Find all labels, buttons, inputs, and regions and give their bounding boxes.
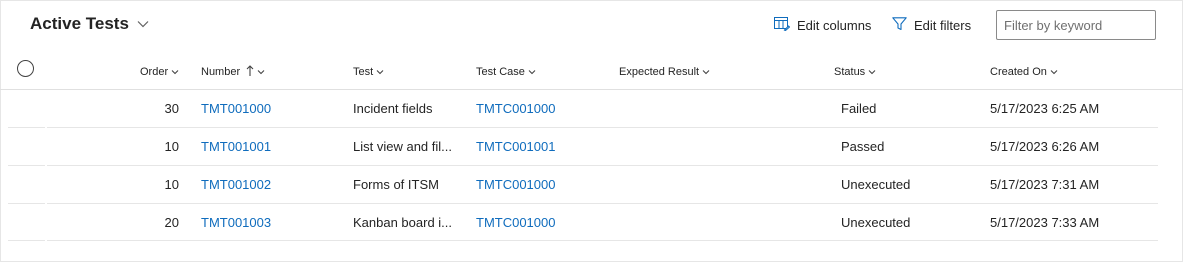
sort-ascending-arrow-icon	[246, 64, 254, 80]
row-divider	[8, 240, 1158, 241]
test-case-link[interactable]: TMTC001001	[476, 128, 596, 166]
chevron-down-icon	[171, 66, 179, 78]
created-on-cell: 5/17/2023 7:31 AM	[990, 177, 1100, 192]
expected-result-cell	[619, 166, 799, 204]
number-link[interactable]: TMT001002	[201, 166, 321, 204]
created-on-cell: 5/17/2023 6:26 AM	[990, 139, 1100, 154]
number-link[interactable]: TMT001000	[201, 90, 321, 128]
column-header-created-on[interactable]: Created On	[990, 64, 1058, 80]
chevron-down-icon	[868, 66, 876, 78]
test-case-link[interactable]: TMTC001000	[476, 166, 596, 204]
table-row[interactable]: 20 TMT001003 Kanban board i... TMTC00100…	[0, 204, 1183, 242]
column-header-order-label: Order	[140, 66, 169, 78]
chevron-down-icon	[528, 66, 536, 78]
test-cell: Forms of ITSM	[353, 177, 439, 192]
column-header-expected-result-label: Expected Result	[619, 66, 700, 78]
chevron-down-icon	[257, 66, 265, 78]
test-case-link[interactable]: TMTC001000	[476, 204, 596, 242]
chevron-down-icon	[1050, 66, 1058, 78]
created-on-cell: 5/17/2023 7:33 AM	[990, 215, 1100, 230]
table-row[interactable]: 10 TMT001001 List view and fil... TMTC00…	[0, 128, 1183, 166]
order-cell: 30	[164, 101, 179, 116]
order-cell: 10	[164, 177, 179, 192]
filter-icon	[892, 17, 907, 34]
filter-keyword-input[interactable]	[996, 10, 1156, 40]
expected-result-cell	[619, 204, 799, 242]
status-cell: Unexecuted	[841, 215, 911, 230]
edit-columns-icon	[774, 17, 791, 34]
table-row[interactable]: 10 TMT001002 Forms of ITSM TMTC001000 Un…	[0, 166, 1183, 204]
select-all-circle-icon[interactable]	[17, 60, 34, 77]
test-case-link[interactable]: TMTC001000	[476, 90, 596, 128]
column-header-test-case[interactable]: Test Case	[476, 64, 536, 80]
status-cell: Unexecuted	[841, 177, 911, 192]
order-cell: 10	[164, 139, 179, 154]
column-header-test[interactable]: Test	[353, 64, 384, 80]
expected-result-cell	[619, 128, 799, 166]
number-link[interactable]: TMT001001	[201, 128, 321, 166]
column-header-test-case-label: Test Case	[476, 66, 525, 78]
edit-filters-button[interactable]: Edit filters	[892, 17, 971, 34]
test-cell: List view and fil...	[353, 139, 452, 154]
edit-filters-label: Edit filters	[914, 18, 972, 33]
edit-columns-label: Edit columns	[797, 18, 872, 33]
column-header-expected-result[interactable]: Expected Result	[619, 64, 710, 80]
column-header-order[interactable]: Order	[140, 64, 179, 80]
column-header-status[interactable]: Status	[834, 64, 876, 80]
chevron-down-icon	[702, 66, 710, 78]
test-cell: Kanban board i...	[353, 215, 453, 230]
status-cell: Passed	[841, 139, 885, 154]
edit-columns-button[interactable]: Edit columns	[774, 17, 871, 34]
status-cell: Failed	[841, 101, 877, 116]
chevron-down-icon	[137, 20, 149, 28]
column-header-number-label: Number	[201, 66, 241, 78]
table-row[interactable]: 30 TMT001000 Incident fields TMTC001000 …	[0, 90, 1183, 128]
column-header-number[interactable]: Number	[201, 64, 265, 80]
page-title: Active Tests	[30, 14, 129, 33]
number-link[interactable]: TMT001003	[201, 204, 321, 242]
order-cell: 20	[164, 215, 179, 230]
column-header-created-on-label: Created On	[990, 66, 1047, 78]
column-header-test-label: Test	[353, 66, 374, 78]
view-title-dropdown[interactable]: Active Tests	[30, 14, 149, 34]
column-header-status-label: Status	[834, 66, 866, 78]
expected-result-cell	[619, 90, 799, 128]
test-cell: Incident fields	[353, 101, 433, 116]
chevron-down-icon	[376, 66, 384, 78]
created-on-cell: 5/17/2023 6:25 AM	[990, 101, 1100, 116]
